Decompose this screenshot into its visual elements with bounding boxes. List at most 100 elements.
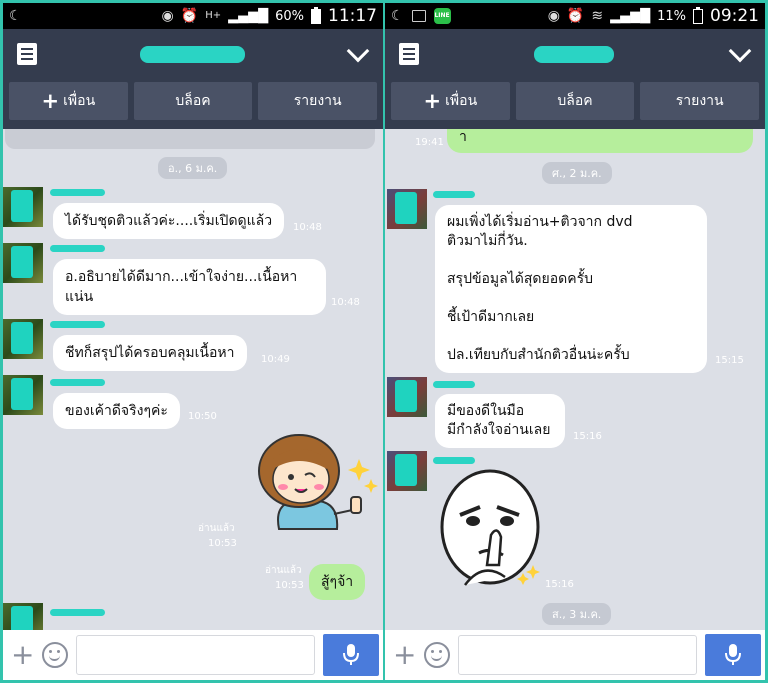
wifi-icon: ≋ [591,8,604,24]
signal-icon: ▂▄▆█ [228,8,269,24]
emoji-icon[interactable] [424,642,451,668]
chat-area[interactable]: า 19:41 ศ., 2 ม.ค. ผมเพิ่งได้เริ่มอ่าน+ต… [385,129,765,630]
sender-name-redacted [433,381,475,388]
message-input[interactable] [458,635,697,675]
reply-read-label: อ่านแล้ว [265,565,302,576]
message-time: 10:50 [188,411,217,422]
report-label: รายงาน [675,93,724,109]
sticker-time: 10:53 [208,538,237,549]
avatar[interactable] [3,319,43,359]
message-bubble[interactable]: อ.อธิบายได้ดีมาก...เข้าใจง่าย...เนื้อหาแ… [53,259,326,315]
line-app-icon: LINE [433,8,451,24]
emoji-icon[interactable] [42,642,69,668]
plus-icon: + [423,88,442,113]
message-time: 15:16 [573,431,602,442]
message-bubble[interactable]: ชีทก็สรุปได้ครอบคลุมเนื้อหา [53,335,247,371]
message-time: 15:15 [715,355,744,366]
microphone-icon [343,644,359,665]
sticker-read-label: อ่านแล้ว [198,523,235,534]
moon-icon: ☾ [9,8,22,24]
message-bubble[interactable]: มีของดีในมือ มีกำลังใจอ่านเลย [435,394,565,448]
eye-icon: ◉ [161,8,174,24]
block-label: บล็อค [175,93,211,109]
plus-icon: + [41,88,60,113]
plus-icon[interactable]: + [393,641,416,669]
avatar[interactable] [3,603,43,630]
avatar[interactable] [3,243,43,283]
sender-name-redacted [50,609,105,616]
notes-icon[interactable] [17,43,37,65]
avatar[interactable] [387,377,427,417]
message-bubble[interactable]: ผมเพิ่งได้เริ่มอ่าน+ติวจาก dvd ติวมาไม่ก… [435,205,707,373]
date-divider: ศ., 2 ม.ค. [542,162,612,184]
chat-header [3,29,383,79]
message-time: 10:49 [261,354,290,365]
report-label: รายงาน [293,93,342,109]
input-bar: + [3,630,383,680]
eye-icon: ◉ [547,8,560,24]
report-button[interactable]: รายงาน [258,82,378,120]
reply-time: 10:53 [275,580,304,591]
status-bar: ☾ ◉ ⏰ H+ ▂▄▆█ 60% 11:17 [3,3,383,29]
chat-area[interactable]: อ., 6 ม.ค. ได้รับชุดติวแล้วค่ะ....เริ่มเ… [3,129,383,630]
avatar[interactable] [387,189,427,229]
avatar[interactable] [3,375,43,415]
report-button[interactable]: รายงาน [640,82,760,120]
add-friend-label: เพื่อน [63,93,96,109]
action-bar: + เพื่อน บล็อค รายงาน [3,79,383,129]
left-phone: ☾ ◉ ⏰ H+ ▂▄▆█ 60% 11:17 + เพื่อน บล็อค รา… [3,3,383,680]
network-type-label: H+ [205,10,222,21]
moon-face-sticker[interactable] [435,465,555,595]
chevron-down-icon[interactable] [729,43,751,65]
avatar[interactable] [387,451,427,491]
add-friend-label: เพื่อน [445,93,478,109]
battery-icon [311,6,321,24]
sender-name-redacted [50,245,105,252]
battery-icon [693,6,703,24]
block-label: บล็อค [557,93,593,109]
sender-name-redacted [433,191,475,198]
date-divider: ส., 3 ม.ค. [542,603,612,625]
message-time: 19:41 [415,137,444,148]
date-divider: อ., 6 ม.ค. [158,157,228,179]
battery-percent: 11% [657,8,686,24]
message-input[interactable] [76,635,315,675]
girl-thumbs-up-sticker[interactable] [239,429,379,549]
sender-name-redacted [433,457,475,464]
signal-icon: ▂▄▆█ [610,8,651,24]
chevron-down-icon[interactable] [347,43,369,65]
chat-header [385,29,765,79]
clock: 11:17 [328,6,377,26]
sender-name-redacted [50,189,105,196]
message-time: 10:48 [331,297,360,308]
contact-name-redacted [139,45,245,63]
clock: 09:21 [710,6,759,26]
right-phone: ☾ LINE ◉ ⏰ ≋ ▂▄▆█ 11% 09:21 + เพื่อน บล็อ… [385,3,765,680]
message-time: 10:48 [293,222,322,233]
voice-button[interactable] [705,634,761,676]
input-bar: + [385,630,765,680]
my-message-bubble[interactable]: า [447,129,753,153]
block-button[interactable]: บล็อค [515,82,635,120]
action-bar: + เพื่อน บล็อค รายงาน [385,79,765,129]
screenshot-frame: ☾ ◉ ⏰ H+ ▂▄▆█ 60% 11:17 + เพื่อน บล็อค รา… [0,0,768,683]
battery-percent: 60% [275,8,304,24]
microphone-icon [725,644,741,665]
alarm-icon: ⏰ [180,8,199,24]
contact-name-redacted [534,45,614,63]
message-bubble[interactable]: ของเค้าดีจริงๆค่ะ [53,393,180,429]
message-bubble[interactable]: ได้รับชุดติวแล้วค่ะ....เริ่มเปิดดูแล้ว [53,203,285,239]
alarm-icon: ⏰ [566,8,585,24]
partial-message [5,129,375,149]
plus-icon[interactable]: + [11,641,34,669]
add-friend-button[interactable]: + เพื่อน [391,82,510,120]
status-bar: ☾ LINE ◉ ⏰ ≋ ▂▄▆█ 11% 09:21 [385,3,765,29]
notes-icon[interactable] [399,43,419,65]
image-icon [411,10,426,22]
voice-button[interactable] [323,634,379,676]
block-button[interactable]: บล็อค [133,82,253,120]
moon-icon: ☾ [391,8,404,24]
avatar[interactable] [3,187,43,227]
add-friend-button[interactable]: + เพื่อน [9,82,128,120]
my-message-bubble[interactable]: สู้ๆจ้า [309,564,366,600]
